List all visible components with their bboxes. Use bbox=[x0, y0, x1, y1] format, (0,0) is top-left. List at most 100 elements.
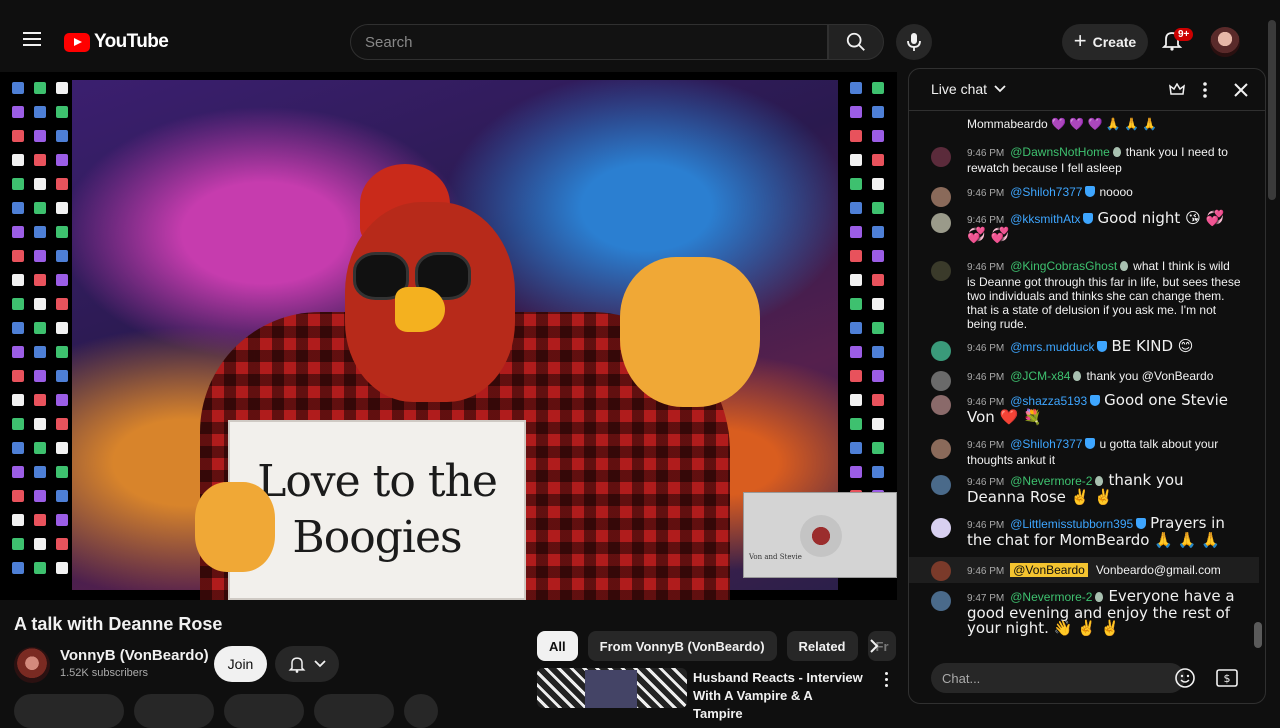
light-dot bbox=[56, 226, 68, 238]
svg-text:$: $ bbox=[1224, 672, 1231, 685]
channel-name[interactable]: VonnyB (VonBeardo) bbox=[60, 647, 209, 664]
account-avatar[interactable] bbox=[1210, 27, 1240, 57]
author-name[interactable]: @shazza5193 bbox=[1010, 394, 1087, 408]
voice-search-button[interactable] bbox=[896, 24, 932, 60]
author-name[interactable]: @Nevermore-2 bbox=[1010, 474, 1092, 488]
like-button[interactable] bbox=[14, 694, 124, 728]
logo-text: YouTube bbox=[94, 31, 169, 52]
light-dot bbox=[850, 466, 862, 478]
join-button[interactable]: Join bbox=[214, 646, 267, 682]
light-dot bbox=[56, 394, 68, 406]
light-dot bbox=[12, 154, 24, 166]
more-options-icon[interactable] bbox=[1195, 80, 1215, 100]
author-avatar[interactable] bbox=[931, 518, 951, 538]
author-name[interactable]: @Shiloh7377 bbox=[1010, 185, 1082, 199]
page-scrollbar[interactable] bbox=[1268, 20, 1276, 200]
verified-badge-icon bbox=[1097, 341, 1108, 352]
download-button[interactable] bbox=[224, 694, 304, 728]
chat-message: 9:46 PM @Shiloh7377 noooo bbox=[909, 185, 1259, 207]
chat-scrollbar[interactable] bbox=[1254, 622, 1262, 648]
video-player[interactable]: Love to the Boogies Von and Stevie bbox=[0, 72, 897, 600]
author-avatar[interactable] bbox=[931, 561, 951, 581]
light-dot bbox=[56, 250, 68, 262]
author-name[interactable]: @DawnsNotHome bbox=[1010, 145, 1110, 159]
author-avatar[interactable] bbox=[931, 147, 951, 167]
author-name[interactable]: @VonBeardo bbox=[1010, 563, 1088, 577]
chat-message: 9:46 PM @shazza5193 Good one Stevie Von ❤️… bbox=[909, 393, 1259, 425]
author-name[interactable]: @JCM-x84 bbox=[1010, 369, 1070, 383]
chat-input[interactable]: Chat... bbox=[931, 663, 1185, 693]
light-dot bbox=[56, 298, 68, 310]
crown-icon[interactable] bbox=[1167, 80, 1187, 100]
light-dot bbox=[850, 154, 862, 166]
light-dot bbox=[12, 106, 24, 118]
chip-from-channel[interactable]: From VonnyB (VonBeardo) bbox=[587, 631, 777, 661]
author-avatar[interactable] bbox=[931, 439, 951, 459]
author-avatar[interactable] bbox=[931, 475, 951, 495]
author-name[interactable]: @Nevermore-2 bbox=[1010, 590, 1092, 604]
light-dot bbox=[56, 322, 68, 334]
light-dot bbox=[12, 562, 24, 574]
light-dot bbox=[34, 466, 46, 478]
chips-next-button[interactable] bbox=[862, 632, 886, 660]
light-dot bbox=[850, 322, 862, 334]
author-name[interactable]: @kksmithAtx bbox=[1010, 212, 1080, 226]
light-dot bbox=[34, 178, 46, 190]
light-dot bbox=[872, 298, 884, 310]
author-avatar[interactable] bbox=[931, 395, 951, 415]
super-chat-icon[interactable]: $ bbox=[1215, 667, 1239, 689]
message-time: 9:46 PM bbox=[967, 520, 1005, 531]
close-icon[interactable] bbox=[1231, 80, 1251, 100]
light-dot bbox=[34, 562, 46, 574]
subscription-bell-button[interactable] bbox=[275, 646, 339, 682]
author-avatar[interactable] bbox=[931, 341, 951, 361]
chat-message-list[interactable]: Mommabeardo 💜 💜 💜 🙏 🙏 🙏 9:46 PM @DawnsNot… bbox=[909, 111, 1265, 651]
search-input[interactable]: Search bbox=[350, 24, 828, 60]
light-dot bbox=[12, 370, 24, 382]
related-video-thumbnail[interactable] bbox=[537, 668, 687, 708]
light-dot bbox=[12, 178, 24, 190]
light-dot bbox=[850, 178, 862, 190]
youtube-logo[interactable]: YouTube bbox=[64, 31, 169, 53]
light-dot bbox=[34, 106, 46, 118]
search-button[interactable] bbox=[828, 24, 884, 60]
light-dot bbox=[872, 466, 884, 478]
emoji-picker-icon[interactable] bbox=[1174, 667, 1196, 689]
light-dot bbox=[872, 202, 884, 214]
holding-hand bbox=[195, 482, 275, 572]
author-name[interactable]: @KingCobrasGhost bbox=[1010, 259, 1117, 273]
light-dot bbox=[12, 298, 24, 310]
share-button[interactable] bbox=[134, 694, 214, 728]
picture-in-picture-overlay: Von and Stevie bbox=[743, 492, 897, 578]
light-dot bbox=[12, 250, 24, 262]
related-video-title[interactable]: Husband Reacts - Interview With A Vampir… bbox=[693, 669, 863, 723]
author-avatar[interactable] bbox=[931, 261, 951, 281]
chat-mode-dropdown[interactable]: Live chat bbox=[931, 81, 1007, 97]
author-name[interactable]: @Shiloh7377 bbox=[1010, 437, 1082, 451]
light-dot bbox=[56, 130, 68, 142]
author-avatar[interactable] bbox=[931, 213, 951, 233]
chip-related[interactable]: Related bbox=[786, 631, 858, 661]
clip-button[interactable] bbox=[314, 694, 394, 728]
menu-icon[interactable] bbox=[16, 28, 48, 56]
related-video-menu-icon[interactable] bbox=[880, 672, 892, 692]
light-dot bbox=[850, 250, 862, 262]
message-text: noooo bbox=[1099, 185, 1133, 199]
author-name[interactable]: @mrs.mudduck bbox=[1010, 340, 1094, 354]
chat-message: 9:46 PM @JCM-x84 thank you @VonBeardo bbox=[909, 369, 1259, 391]
author-avatar[interactable] bbox=[931, 591, 951, 611]
chevron-down-icon bbox=[994, 85, 1006, 93]
more-actions-button[interactable] bbox=[404, 694, 438, 728]
channel-avatar[interactable] bbox=[14, 647, 50, 683]
light-dot bbox=[872, 442, 884, 454]
chip-all[interactable]: All bbox=[537, 631, 578, 661]
member-badge-icon bbox=[1112, 147, 1121, 157]
action-buttons-row bbox=[14, 694, 438, 728]
light-dot bbox=[56, 418, 68, 430]
author-name[interactable]: @Littlemisstubborn395 bbox=[1010, 517, 1133, 531]
message-text: Vonbeardo@gmail.com bbox=[1095, 563, 1221, 577]
create-button[interactable]: + Create bbox=[1062, 24, 1148, 60]
light-dot bbox=[872, 106, 884, 118]
author-avatar[interactable] bbox=[931, 187, 951, 207]
author-avatar[interactable] bbox=[931, 371, 951, 391]
